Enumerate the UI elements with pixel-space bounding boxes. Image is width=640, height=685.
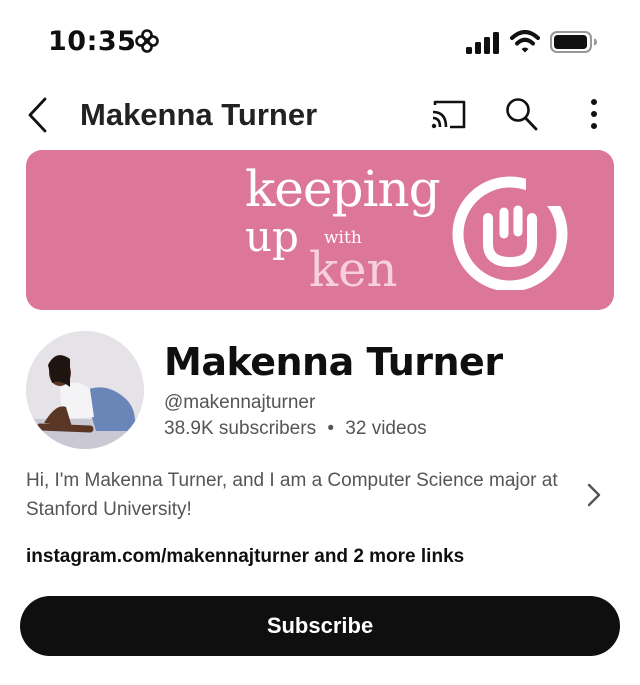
channel-avatar[interactable] bbox=[26, 331, 144, 449]
top-bar: Makenna Turner bbox=[0, 86, 640, 146]
more-vertical-icon[interactable] bbox=[585, 96, 603, 132]
cast-icon[interactable] bbox=[431, 98, 467, 130]
subscribe-button[interactable]: Subscribe bbox=[20, 596, 620, 656]
status-bar: 10:35 bbox=[0, 0, 640, 86]
channel-stats: 38.9K subscribers • 32 videos bbox=[164, 418, 427, 440]
search-icon[interactable] bbox=[504, 96, 538, 132]
channel-name: Makenna Turner bbox=[164, 340, 503, 384]
banner-text-up: up bbox=[245, 212, 299, 261]
channel-description[interactable]: Hi, I'm Makenna Turner, and I am a Compu… bbox=[26, 466, 566, 524]
channel-banner: keeping up with ken bbox=[26, 150, 614, 310]
wifi-icon bbox=[510, 30, 540, 53]
channel-handle: @makennajturner bbox=[164, 392, 316, 413]
back-icon[interactable] bbox=[24, 96, 54, 134]
signal-icon bbox=[466, 32, 499, 54]
video-count: 32 videos bbox=[345, 418, 427, 439]
status-time: 10:35 bbox=[48, 26, 137, 57]
subscriber-count: 38.9K subscribers bbox=[164, 418, 317, 439]
focus-icon bbox=[135, 29, 159, 53]
battery-icon bbox=[550, 31, 597, 53]
chevron-right-icon[interactable] bbox=[584, 482, 604, 508]
banner-text-ken: ken bbox=[309, 242, 398, 298]
smiley-logo-icon bbox=[452, 176, 578, 290]
banner-text-keeping: keeping bbox=[245, 160, 441, 218]
avatar-photo bbox=[26, 331, 144, 449]
channel-links[interactable]: instagram.com/makennajturner and 2 more … bbox=[26, 546, 464, 568]
stats-separator: • bbox=[327, 418, 335, 439]
page-title: Makenna Turner bbox=[80, 97, 318, 132]
